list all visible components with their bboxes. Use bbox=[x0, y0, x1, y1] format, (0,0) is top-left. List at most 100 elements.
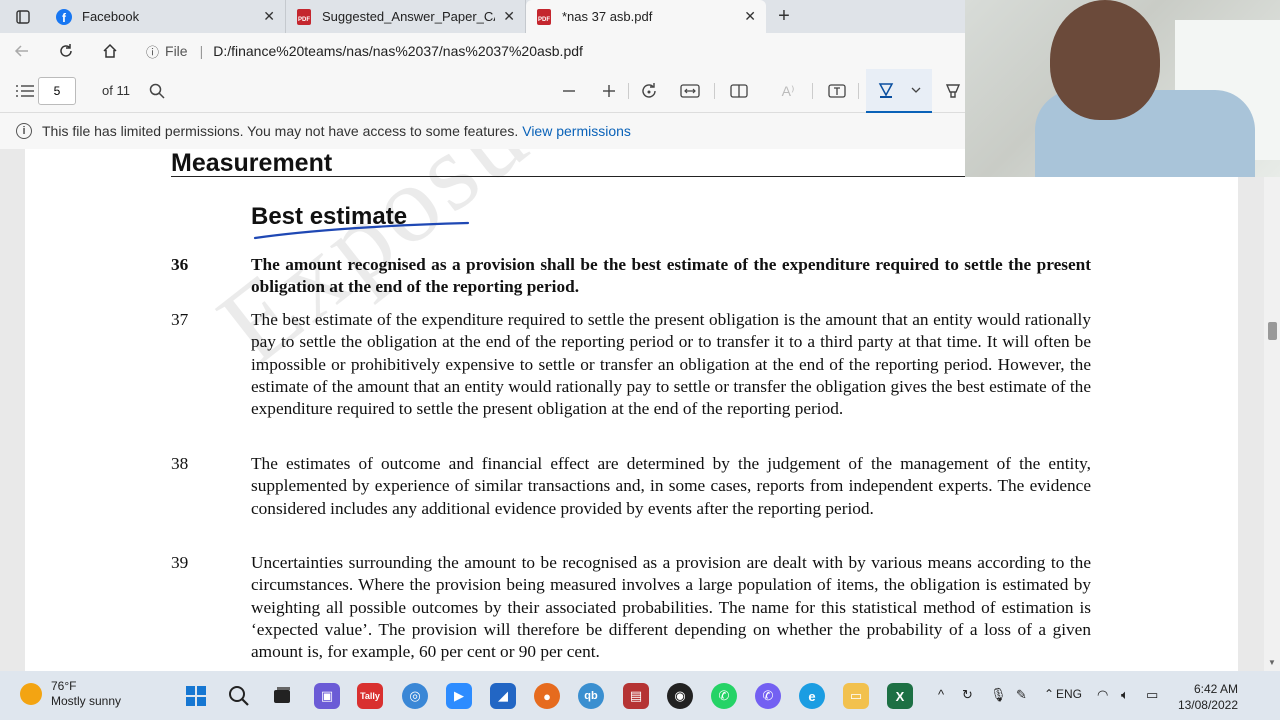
tab-facebook[interactable]: f Facebook ✕ bbox=[46, 0, 286, 33]
task-view-icon bbox=[274, 687, 290, 703]
firefox-icon[interactable]: ● bbox=[534, 683, 560, 709]
rotate-button[interactable] bbox=[638, 69, 660, 113]
read-aloud-icon: A⁾ bbox=[781, 82, 795, 99]
read-aloud-button[interactable]: A⁾ bbox=[777, 69, 799, 113]
pdf-viewer[interactable]: Exposure D Measurement Best estimate 36 … bbox=[0, 149, 1264, 671]
webcam-overlay bbox=[965, 0, 1280, 177]
fit-width-icon bbox=[680, 84, 700, 98]
paragraph-number: 37 bbox=[171, 310, 189, 329]
refresh-button[interactable] bbox=[44, 33, 88, 69]
add-text-button[interactable] bbox=[826, 69, 848, 113]
url-text: D:/finance%20teams/nas/nas%2037/nas%2037… bbox=[213, 43, 583, 59]
whatsapp-icon[interactable]: ✆ bbox=[711, 683, 737, 709]
paragraph-text: The estimates of outcome and financial e… bbox=[251, 454, 1091, 518]
tab-bar: f Facebook ✕ PDF Suggested_Answer_Paper_… bbox=[0, 0, 965, 33]
close-icon[interactable]: ✕ bbox=[263, 8, 275, 25]
show-hidden-icons-button[interactable]: ^ bbox=[938, 687, 944, 702]
clock-date: 13/08/2022 bbox=[1177, 698, 1238, 712]
find-button[interactable] bbox=[146, 69, 168, 113]
paragraph-39: 39 Uncertainties surrounding the amount … bbox=[171, 552, 1091, 663]
start-button[interactable] bbox=[183, 683, 209, 709]
search-icon bbox=[229, 686, 249, 706]
language-indicator[interactable]: ENG bbox=[1056, 687, 1082, 701]
info-icon: i bbox=[16, 123, 32, 139]
toolbar-divider bbox=[628, 83, 629, 99]
zoom-in-button[interactable] bbox=[598, 69, 620, 113]
vertical-scrollbar[interactable]: ▲ ▼ bbox=[1264, 149, 1280, 671]
tab-nas37[interactable]: PDF *nas 37 asb.pdf ✕ bbox=[526, 0, 766, 33]
paragraph-number: 39 bbox=[171, 553, 189, 572]
qbittorrent-icon[interactable]: qb bbox=[578, 683, 604, 709]
pen-icon[interactable]: ✎ bbox=[1016, 687, 1027, 703]
paragraph-text: The amount recognised as a provision sha… bbox=[251, 255, 1091, 297]
battery-icon[interactable]: ▭ bbox=[1146, 687, 1158, 703]
clock-time: 6:42 AM bbox=[1193, 682, 1238, 696]
chevron-up-icon[interactable]: ⌃ bbox=[1044, 687, 1054, 701]
file-explorer-icon[interactable]: ▭ bbox=[843, 683, 869, 709]
page-view-button[interactable] bbox=[727, 69, 751, 113]
volume-icon[interactable]: 🔈︎ bbox=[1121, 687, 1129, 703]
home-button[interactable] bbox=[88, 33, 132, 69]
excel-icon[interactable]: X bbox=[887, 683, 913, 709]
paragraph-38: 38 The estimates of outcome and financia… bbox=[171, 453, 1091, 520]
chevron-down-icon[interactable] bbox=[911, 85, 921, 95]
tab-title: Suggested_Answer_Paper_CAP_II bbox=[322, 9, 495, 24]
close-icon[interactable]: ✕ bbox=[744, 8, 756, 25]
draw-icon bbox=[878, 83, 894, 98]
toolbar-divider bbox=[858, 83, 859, 99]
highlighter-icon bbox=[945, 84, 961, 98]
zoom-icon[interactable]: ▶ bbox=[446, 683, 472, 709]
highlight-button[interactable] bbox=[942, 69, 964, 113]
taskbar-search-button[interactable] bbox=[226, 683, 252, 709]
wifi-icon[interactable]: ◠ bbox=[1097, 687, 1108, 703]
close-icon[interactable]: ✕ bbox=[503, 8, 515, 25]
page-number-input[interactable]: 5 bbox=[38, 77, 76, 105]
paragraph-number: 38 bbox=[171, 454, 189, 473]
presentation-app-icon[interactable]: ◢ bbox=[490, 683, 516, 709]
minus-icon bbox=[563, 90, 575, 92]
info-icon[interactable]: ⓘ bbox=[146, 42, 159, 61]
toolbar-divider bbox=[714, 83, 715, 99]
tab-actions-icon bbox=[16, 9, 30, 24]
archive-app-icon[interactable]: ▤ bbox=[623, 683, 649, 709]
weather-widget[interactable]: 76°F Mostly sunny bbox=[20, 679, 121, 709]
url-input[interactable]: ⓘ File | D:/finance%20teams/nas/nas%2037… bbox=[146, 37, 965, 65]
scroll-down-icon[interactable]: ▼ bbox=[1268, 658, 1276, 667]
refresh-icon bbox=[60, 44, 72, 57]
sun-icon bbox=[20, 683, 42, 705]
system-clock[interactable]: 6:42 AM 13/08/2022 bbox=[1168, 681, 1238, 713]
temperature: 76°F bbox=[51, 679, 77, 693]
task-view-button[interactable] bbox=[269, 683, 295, 709]
sync-icon[interactable]: ↻ bbox=[962, 687, 973, 703]
weather-condition: Mostly sunny bbox=[51, 694, 122, 708]
url-separator: | bbox=[199, 43, 204, 59]
permission-infobar: i This file has limited permissions. You… bbox=[0, 113, 965, 149]
obs-icon[interactable]: ◉ bbox=[667, 683, 693, 709]
view-permissions-link[interactable]: View permissions bbox=[522, 123, 631, 139]
contents-button[interactable] bbox=[14, 69, 36, 113]
page-view-icon bbox=[730, 84, 748, 98]
zoom-out-button[interactable] bbox=[558, 69, 580, 113]
permission-message: This file has limited permissions. You m… bbox=[42, 123, 519, 139]
scroll-thumb[interactable] bbox=[1268, 322, 1277, 340]
edge-icon[interactable]: e bbox=[799, 683, 825, 709]
teams-chat-icon[interactable]: ▣ bbox=[314, 683, 340, 709]
microphone-icon[interactable]: 🎙︎ bbox=[990, 687, 1007, 703]
tab-title: Facebook bbox=[82, 9, 140, 24]
globe-app-icon[interactable]: ◎ bbox=[402, 683, 428, 709]
draw-button[interactable] bbox=[866, 69, 932, 113]
tally-icon[interactable]: Tally bbox=[357, 683, 383, 709]
viber-icon[interactable]: ✆ bbox=[755, 683, 781, 709]
taskbar: 76°F Mostly sunny ▣ Tally ◎ ▶ ◢ ● qb ▤ ◉… bbox=[0, 671, 1280, 720]
new-tab-button[interactable]: + bbox=[766, 0, 802, 33]
fit-to-width-button[interactable] bbox=[678, 69, 702, 113]
tab-suggested-answer[interactable]: PDF Suggested_Answer_Paper_CAP_II ✕ bbox=[286, 0, 526, 33]
pdf-toolbar: 5 of 11 A⁾ bbox=[0, 69, 965, 113]
tab-actions-button[interactable] bbox=[0, 0, 46, 33]
toolbar-divider bbox=[812, 83, 813, 99]
facebook-icon: f bbox=[56, 8, 72, 25]
plus-icon bbox=[603, 85, 615, 97]
back-button[interactable] bbox=[0, 33, 44, 69]
home-icon bbox=[103, 43, 117, 58]
paragraph-text: Uncertainties surrounding the amount to … bbox=[251, 553, 1091, 662]
